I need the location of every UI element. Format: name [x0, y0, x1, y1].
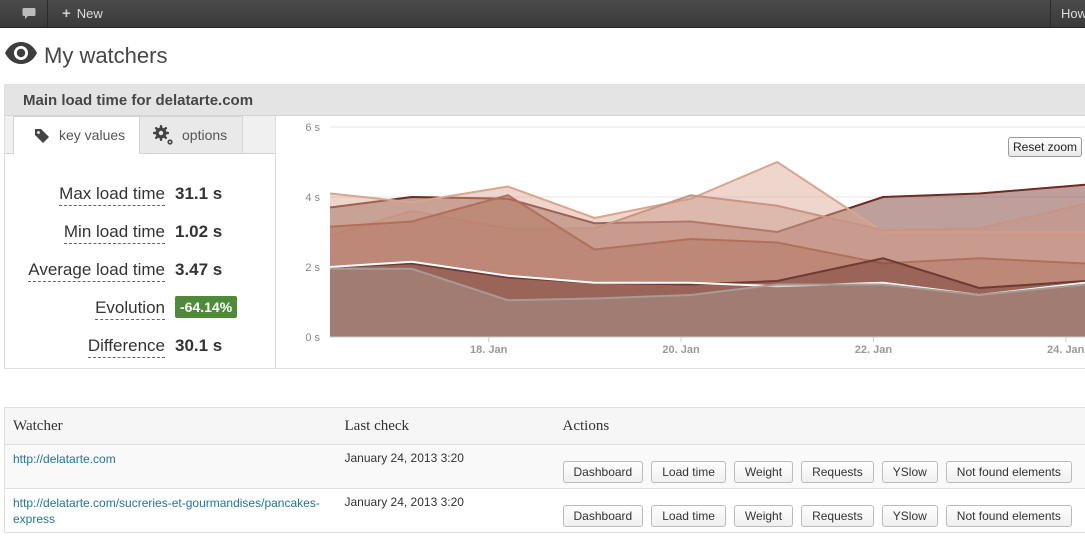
table-row: http://delatarte.com/sucreries-et-gourma…	[4, 488, 1085, 533]
stat-max-load-time: Max load time 31.1 s	[5, 183, 275, 209]
yslow-button[interactable]: YSlow	[881, 461, 938, 483]
eye-icon	[5, 42, 37, 64]
watchers-table: Watcher Last check Actions http://delata…	[4, 407, 1085, 533]
stat-value: 31.1 s	[175, 184, 223, 203]
dashboard-button[interactable]: Dashboard	[562, 461, 644, 483]
load-time-button[interactable]: Load time	[651, 461, 726, 483]
stat-average-load-time: Average load time 3.47 s	[5, 259, 275, 285]
load-time-button[interactable]: Load time	[651, 505, 726, 527]
requests-button[interactable]: Requests	[801, 461, 874, 483]
load-time-chart[interactable]: 6 s 4 s 2 s 0 s 18. Jan 20. Jan 22. Jan 24. Jan	[276, 113, 1085, 358]
y-tick-label: 2 s	[305, 262, 320, 274]
last-check-cell: January 24, 2013 3:20	[336, 488, 555, 533]
gear-icon	[153, 125, 173, 145]
column-header-actions: Actions	[554, 407, 1085, 445]
x-tick-label: 22. Jan	[855, 344, 893, 356]
x-tick-label: 24. Jan	[1047, 344, 1085, 356]
plus-icon: +	[62, 5, 71, 22]
stat-label: Average load time	[28, 259, 165, 282]
weight-button[interactable]: Weight	[733, 461, 794, 483]
column-header-watcher: Watcher	[4, 407, 337, 445]
admin-bar: + New How	[0, 0, 1085, 28]
tab-options-label: options	[182, 127, 228, 143]
new-content-button[interactable]: + New	[52, 0, 103, 27]
tab-key-values-label: key values	[59, 127, 126, 143]
actions-cell: Dashboard Load time Weight Requests YSlow Not…	[554, 444, 1085, 489]
comment-icon	[22, 8, 36, 19]
watcher-link[interactable]: http://delatarte.com/sucreries-et-gourma…	[13, 496, 320, 526]
page-title: My watchers	[44, 43, 168, 68]
watcher-link[interactable]: http://delatarte.com	[13, 452, 116, 466]
reset-zoom-button[interactable]: Reset zoom	[1008, 137, 1082, 157]
stat-label: Max load time	[59, 183, 165, 206]
table-header-row: Watcher Last check Actions	[4, 407, 1085, 445]
comments-button[interactable]	[9, 0, 48, 27]
weight-button[interactable]: Weight	[733, 505, 794, 527]
panel-tabs: key values options	[5, 116, 275, 155]
howdy-menu[interactable]: How	[1050, 0, 1085, 27]
last-check-cell: January 24, 2013 3:20	[336, 444, 555, 489]
panel-title: Main load time for delatarte.com	[5, 85, 1085, 116]
evolution-badge: -64.14%	[175, 296, 238, 318]
tag-icon	[35, 129, 49, 143]
y-tick-label: 4 s	[305, 192, 320, 204]
stat-label: Evolution	[95, 297, 165, 320]
table-row: http://delatarte.com January 24, 2013 3:…	[4, 444, 1085, 489]
y-tick-label: 0 s	[305, 332, 320, 344]
not-found-elements-button[interactable]: Not found elements	[945, 505, 1072, 527]
requests-button[interactable]: Requests	[801, 505, 874, 527]
tab-key-values[interactable]: key values	[13, 116, 147, 155]
x-tick-label: 20. Jan	[662, 344, 700, 356]
actions-cell: Dashboard Load time Weight Requests YSlow Not…	[554, 488, 1085, 533]
yslow-button[interactable]: YSlow	[881, 505, 938, 527]
stat-min-load-time: Min load time 1.02 s	[5, 221, 275, 247]
stat-value: 1.02 s	[175, 222, 223, 241]
not-found-elements-button[interactable]: Not found elements	[945, 461, 1072, 483]
x-tick-label: 18. Jan	[470, 344, 508, 356]
stat-label: Min load time	[63, 221, 165, 244]
stat-difference: Difference 30.1 s	[5, 335, 275, 361]
y-tick-label: 6 s	[305, 122, 320, 134]
stat-evolution: Evolution -64.14%	[5, 296, 275, 323]
stat-value: 3.47 s	[175, 260, 223, 279]
column-header-last-check: Last check	[336, 407, 555, 445]
stat-label: Difference	[87, 335, 165, 358]
tab-options[interactable]: options	[139, 116, 243, 154]
stat-value: 30.1 s	[175, 336, 223, 355]
watcher-cell: http://delatarte.com/sucreries-et-gourma…	[4, 488, 337, 533]
dashboard-button[interactable]: Dashboard	[562, 505, 644, 527]
new-label: New	[76, 6, 103, 21]
watcher-cell: http://delatarte.com	[4, 444, 337, 489]
